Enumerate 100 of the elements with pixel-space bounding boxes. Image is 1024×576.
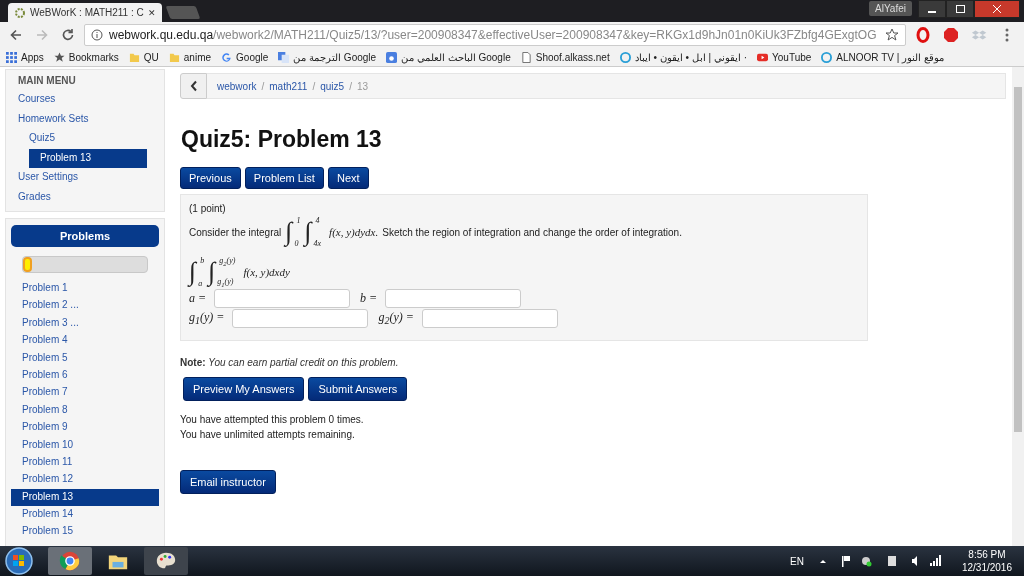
- problem-link[interactable]: Problem 2 ...: [11, 297, 159, 315]
- problem-link[interactable]: Problem 7: [11, 384, 159, 402]
- nav-button[interactable]: Problem List: [244, 167, 324, 189]
- star-icon: [53, 51, 65, 63]
- start-button[interactable]: [4, 546, 34, 576]
- field-label: a =: [189, 291, 207, 306]
- question-text: Sketch the region of integration and change the order of integration.: [382, 226, 682, 238]
- attempts-text: You have unlimited attempts remaining.: [180, 428, 356, 442]
- lower-limit: g$_{1}$(y): [217, 277, 235, 288]
- upper-limit: g$_{2}$(y): [219, 256, 236, 267]
- menu-link[interactable]: Quiz5: [6, 129, 164, 149]
- submit-button[interactable]: Submit Answers: [308, 377, 408, 401]
- profile-name[interactable]: AlYafei: [869, 1, 912, 16]
- menu-heading: MAIN MENU: [17, 74, 77, 88]
- bookmark[interactable]: anime: [168, 51, 212, 63]
- menu-link[interactable]: Courses: [6, 90, 164, 110]
- problem-link[interactable]: Problem 4: [11, 332, 159, 350]
- integral-sign: ∫: [285, 219, 293, 245]
- apps-grid-icon: [6, 51, 17, 63]
- problem-link[interactable]: Problem 14: [11, 506, 159, 524]
- restore-button[interactable]: [946, 0, 974, 18]
- breadcrumb-link[interactable]: math211: [269, 80, 308, 92]
- play-icon: [757, 51, 769, 63]
- problem-link[interactable]: Problem 1: [11, 280, 159, 298]
- lower-limit: 4x: [313, 239, 322, 248]
- panel-heading: Problems: [11, 225, 159, 247]
- bookmark[interactable]: YouTube: [757, 51, 812, 63]
- problem-link[interactable]: Problem 9: [11, 419, 159, 437]
- folder-icon: [128, 51, 140, 63]
- google-g-icon: [221, 51, 233, 63]
- ring-icon[interactable]: [915, 27, 931, 43]
- star-icon[interactable]: [885, 28, 899, 42]
- problem-link[interactable]: Problem 15: [11, 523, 159, 541]
- lower-limit: 0: [294, 239, 300, 248]
- points-label: (1 point): [189, 203, 227, 214]
- menu-link[interactable]: Problem 13: [29, 148, 147, 168]
- breadcrumb-separator: /: [261, 80, 265, 92]
- new-tab-button[interactable]: [165, 6, 201, 19]
- bookmark[interactable]: الباحث العلمي من Google: [386, 51, 511, 63]
- ring-icon: [619, 51, 631, 63]
- integral-sign: ∫: [304, 219, 312, 245]
- integrand: f(x, y)dydx.: [329, 226, 379, 238]
- back-button[interactable]: [180, 73, 207, 99]
- problem-link[interactable]: Problem 13: [11, 488, 159, 507]
- problem-link[interactable]: Problem 10: [11, 436, 159, 454]
- chrome-icon: [59, 550, 81, 572]
- problem-link[interactable]: Problem 8: [11, 401, 159, 420]
- browser-tab[interactable]: WeBWorK : MATH211 : C: [8, 3, 148, 22]
- note-text: Note: You can earn partial credit on this problem.: [180, 357, 399, 368]
- scholar-icon: [386, 51, 398, 63]
- info-icon: [91, 29, 103, 41]
- reload-icon[interactable]: [61, 28, 75, 42]
- integrand: f(x, y)dxdy: [243, 266, 290, 278]
- breadcrumb-separator: /: [312, 80, 316, 92]
- back-icon[interactable]: [9, 28, 23, 42]
- field-label: g$_{2}$(y) =: [378, 310, 414, 327]
- clock[interactable]: 8:56 PM 12/31/2016: [961, 548, 1012, 574]
- minimize-button[interactable]: [918, 0, 946, 18]
- breadcrumb-link[interactable]: webwork: [217, 80, 257, 92]
- menu-link[interactable]: User Settings: [6, 168, 164, 188]
- submit-button[interactable]: Preview My Answers: [183, 377, 305, 401]
- email-button[interactable]: Email instructor: [180, 470, 276, 494]
- chevron-left-icon: [189, 80, 198, 92]
- address-bar[interactable]: webwork.qu.edu.qa/webwork2/MATH211/Quiz5/13/?user=200908347&effectiveUser=200908347&key=RKGx1d9hJn01n0KiUk3FZbfg4GExgtOG: [84, 24, 906, 46]
- bookmark[interactable]: Bookmarks: [53, 51, 119, 63]
- translate-icon: [278, 51, 290, 63]
- bookmark[interactable]: Google: [221, 51, 269, 63]
- folder-icon: [168, 51, 180, 63]
- bookmark[interactable]: Shoof.alkass.net: [520, 51, 610, 63]
- attempts-text: You have attempted this problem 0 times.: [180, 413, 364, 427]
- scrollbar[interactable]: [1012, 67, 1024, 546]
- bookmark[interactable]: ايقوني | ابل • ايقون • ايباد ·: [619, 51, 748, 63]
- problem-link[interactable]: Problem 3 ...: [11, 314, 159, 333]
- menu-link[interactable]: Grades: [6, 187, 164, 207]
- question-text: Consider the integral: [189, 226, 282, 238]
- problem-link[interactable]: Problem 6: [11, 366, 159, 385]
- problem-link[interactable]: Problem 12: [11, 471, 159, 489]
- bookmark[interactable]: QU: [128, 51, 159, 63]
- answer-field[interactable]: [385, 289, 522, 308]
- field-label: g$_{1}$(y) =: [189, 310, 225, 327]
- ring-icon: [821, 51, 833, 63]
- problem-link[interactable]: Problem 11: [11, 453, 159, 472]
- answer-field[interactable]: [421, 309, 558, 328]
- bookmark[interactable]: الترجمة من Google: [278, 51, 377, 63]
- stop-sign-icon[interactable]: [943, 27, 959, 43]
- problem-link[interactable]: Problem 5: [11, 349, 159, 367]
- breadcrumb-link[interactable]: quiz5: [320, 80, 345, 92]
- bookmark[interactable]: Apps: [6, 51, 44, 63]
- language-indicator[interactable]: EN: [790, 555, 804, 567]
- integral-sign: ∫: [208, 259, 216, 285]
- field-label: b =: [360, 291, 378, 306]
- menu-link[interactable]: Homework Sets: [6, 109, 164, 129]
- answer-field[interactable]: [214, 289, 351, 308]
- answer-field[interactable]: [232, 309, 369, 328]
- taskbar-app[interactable]: [144, 547, 188, 575]
- nav-button[interactable]: Previous: [180, 167, 241, 189]
- page-title: Quiz5: Problem 13: [181, 126, 382, 153]
- nav-button[interactable]: Next: [327, 167, 369, 189]
- bookmark[interactable]: ALNOOR TV | موقع النور: [821, 51, 944, 63]
- gear-icon: [14, 6, 26, 19]
